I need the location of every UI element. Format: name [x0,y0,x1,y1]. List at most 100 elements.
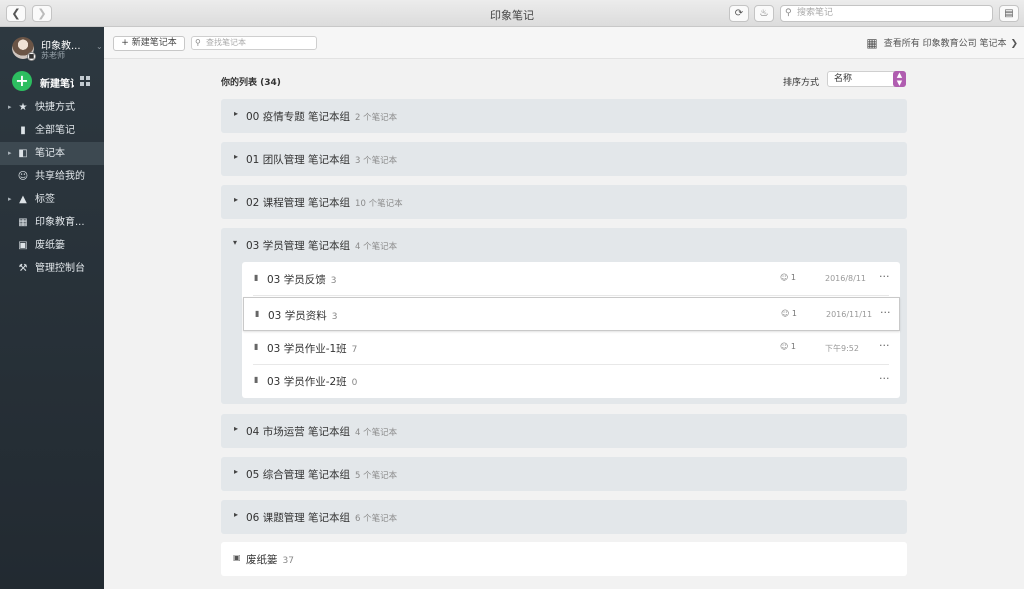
sidebar-item-business[interactable]: ▦ 印象教育... [0,211,104,234]
stack-name: 05 综合管理 笔记本组 [246,469,351,481]
sidebar-item-label: 共享给我的 [35,171,85,182]
notebook-name: 03 学员反馈 [267,274,326,286]
notebook-stack[interactable]: ▸ 02 课程管理 笔记本组 10 个笔记本 [221,185,907,219]
notebook-icon: ◧ [18,148,28,159]
more-options-icon[interactable]: ··· [879,372,890,385]
notebook-list: ▮ 03 学员反馈 3 ☺ 1 2016/8/11 ··· ▮ 03 学员资料 3 … [242,262,900,398]
view-all-business-notebooks-link[interactable]: ▦ 查看所有 印象教育公司 笔记本 ❯ [866,36,1018,50]
workchat-button[interactable]: ▤ [999,5,1019,22]
notebook-row[interactable]: ▮ 03 学员作业-1班 7 ☺ 1 下午9:52 ··· [242,331,900,365]
trash-name: 废纸篓 [246,554,278,566]
search-icon: ⚲ [785,8,792,18]
row-divider [253,295,889,296]
search-notes-input[interactable]: ⚲ 搜索笔记 [780,5,993,22]
sidebar-item-label: 管理控制台 [35,263,85,274]
caret-right-icon: ▸ [234,195,239,204]
wrench-icon: ⚒ [18,263,28,274]
sidebar-item-shortcuts[interactable]: ▸ ★ 快捷方式 [0,96,104,119]
chevron-down-icon: ⌄ [96,42,103,51]
sync-icon: ⟳ [734,8,744,19]
bell-icon: ♨ [759,8,769,19]
sort-label: 排序方式 [783,78,820,88]
new-note-button[interactable]: + 新建笔记 [12,71,92,91]
caret-right-icon: ▸ [8,149,12,157]
business-badge-icon: ■ [27,52,36,61]
stack-count: 6 个笔记本 [355,514,398,524]
notebook-count: 0 [351,378,358,388]
notebook-count: 7 [351,345,358,355]
people-icon: ☺ [781,309,790,318]
tag-icon: ▲ [19,194,27,205]
title-bar: ❮ ❯ 印象笔记 ⟳ ♨ ⚲ 搜索笔记 ▤ [0,0,1024,27]
notebook-row[interactable]: ▮ 03 学员资料 3 ☺ 1 2016/11/11 ··· [243,297,900,331]
sidebar-item-all-notes[interactable]: ▮ 全部笔记 [0,119,104,142]
sidebar-item-shared-with-me[interactable]: ☺ 共享给我的 [0,165,104,188]
sidebar-item-admin-console[interactable]: ⚒ 管理控制台 [0,257,104,280]
chevron-right-icon: ❯ [1010,39,1018,49]
shared-count: 1 [790,273,796,282]
stack-count: 4 个笔记本 [355,428,398,438]
sidebar: ■ 印象教... 苏老师 ⌄ + 新建笔记 ▸ ★ 快捷方式 ▮ 全部笔记 ▸ … [0,27,104,589]
account-switcher[interactable]: ■ 印象教... 苏老师 ⌄ [12,36,103,62]
view-all-label: 查看所有 印象教育公司 笔记本 [883,39,1007,49]
trash-count: 37 [282,556,294,566]
sort-select[interactable]: 名称 ▲ ▼ [827,71,906,87]
new-notebook-button[interactable]: + 新建笔记本 [113,36,185,51]
building-icon: ▦ [18,217,28,228]
notebook-stack[interactable]: ▸ 04 市场运营 笔记本组 4 个笔记本 [221,414,907,448]
notebook-row[interactable]: ▮ 03 学员反馈 3 ☺ 1 2016/8/11 ··· [242,262,900,296]
notebook-stack[interactable]: ▸ 06 课题管理 笔记本组 6 个笔记本 [221,500,907,534]
star-icon: ★ [18,102,28,113]
chat-icon: ▤ [1004,8,1014,19]
trash-icon: ▣ [18,240,28,251]
notebook-count: 3 [330,276,337,286]
notebook-name: 03 学员资料 [268,310,327,322]
sidebar-item-notebooks[interactable]: ▸ ◧ 笔记本 [0,142,104,165]
notifications-button[interactable]: ♨ [754,5,774,22]
notebook-stack[interactable]: ▸ 01 团队管理 笔记本组 3 个笔记本 [221,142,907,176]
trash-notebook-row[interactable]: ▣ 废纸篓 37 [221,542,907,576]
notebook-date: 下午9:52 [825,344,859,353]
people-icon: ☺ [17,171,29,182]
shared-users: ☺ 1 [780,342,796,351]
templates-grid-icon[interactable] [80,76,91,87]
sort-value: 名称 [834,74,853,84]
more-options-icon[interactable]: ··· [879,339,890,352]
people-icon: ☺ [780,342,789,351]
notebook-date: 2016/8/11 [825,274,867,283]
select-arrows-icon: ▲ ▼ [893,71,906,87]
more-options-icon[interactable]: ··· [879,270,890,283]
notebook-name: 03 学员作业-2班 [267,376,347,388]
notebook-icon: ▮ [255,309,260,318]
new-note-label: 新建笔记 [40,79,74,90]
caret-right-icon: ▸ [234,424,239,433]
shared-users: ☺ 1 [780,273,796,282]
notebook-date: 2016/11/11 [826,310,873,319]
sidebar-item-tags[interactable]: ▸ ▲ 标签 [0,188,104,211]
stack-name: 00 疫情专题 笔记本组 [246,111,351,123]
stack-count: 4 个笔记本 [355,242,398,252]
sidebar-item-trash[interactable]: ▣ 废纸篓 [0,234,104,257]
stack-count: 10 个笔记本 [355,199,403,209]
notebook-stack[interactable]: ▸ 00 疫情专题 笔记本组 2 个笔记本 [221,99,907,133]
account-subtitle: 苏老师 [41,51,65,60]
notebook-icon: ▮ [254,342,259,351]
caret-right-icon: ▸ [8,195,12,203]
note-icon: ▮ [20,125,26,136]
caret-right-icon: ▸ [234,467,239,476]
notebook-row[interactable]: ▮ 03 学员作业-2班 0 ··· [242,364,900,398]
people-icon: ☺ [780,273,789,282]
find-notebook-input[interactable]: ⚲ 查找笔记本 [191,36,317,50]
notebook-icon: ▮ [254,273,259,282]
sidebar-item-label: 快捷方式 [35,102,75,113]
stack-count: 5 个笔记本 [355,471,398,481]
sync-button[interactable]: ⟳ [729,5,749,22]
more-options-icon[interactable]: ··· [880,306,891,319]
caret-right-icon: ▸ [8,103,12,111]
notebook-stack[interactable]: ▸ 05 综合管理 笔记本组 5 个笔记本 [221,457,907,491]
plus-icon: + [12,71,32,91]
notebooks-toolbar: + 新建笔记本 ⚲ 查找笔记本 ▦ 查看所有 印象教育公司 笔记本 ❯ [104,27,1024,59]
stack-count: 3 个笔记本 [355,156,398,166]
shared-count: 1 [790,342,796,351]
list-title: 你的列表 (34) [221,78,281,88]
